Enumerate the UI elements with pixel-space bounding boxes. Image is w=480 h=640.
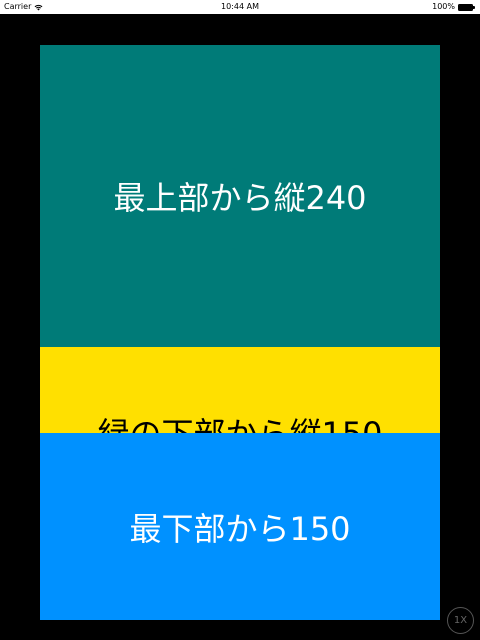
battery-percent: 100% xyxy=(432,2,455,11)
bottom-view-label: 最下部から150 xyxy=(129,509,351,548)
bottom-view: 最下部から150 xyxy=(40,433,440,620)
status-bar: Carrier 10:44 AM 100% xyxy=(0,0,480,14)
status-time: 10:44 AM xyxy=(221,2,259,11)
scale-button[interactable]: 1X xyxy=(447,607,474,634)
status-right: 100% xyxy=(432,0,476,14)
battery-icon xyxy=(458,3,476,11)
top-view-label: 最上部から縦240 xyxy=(113,179,367,217)
top-view: 最上部から縦240 xyxy=(40,45,440,347)
